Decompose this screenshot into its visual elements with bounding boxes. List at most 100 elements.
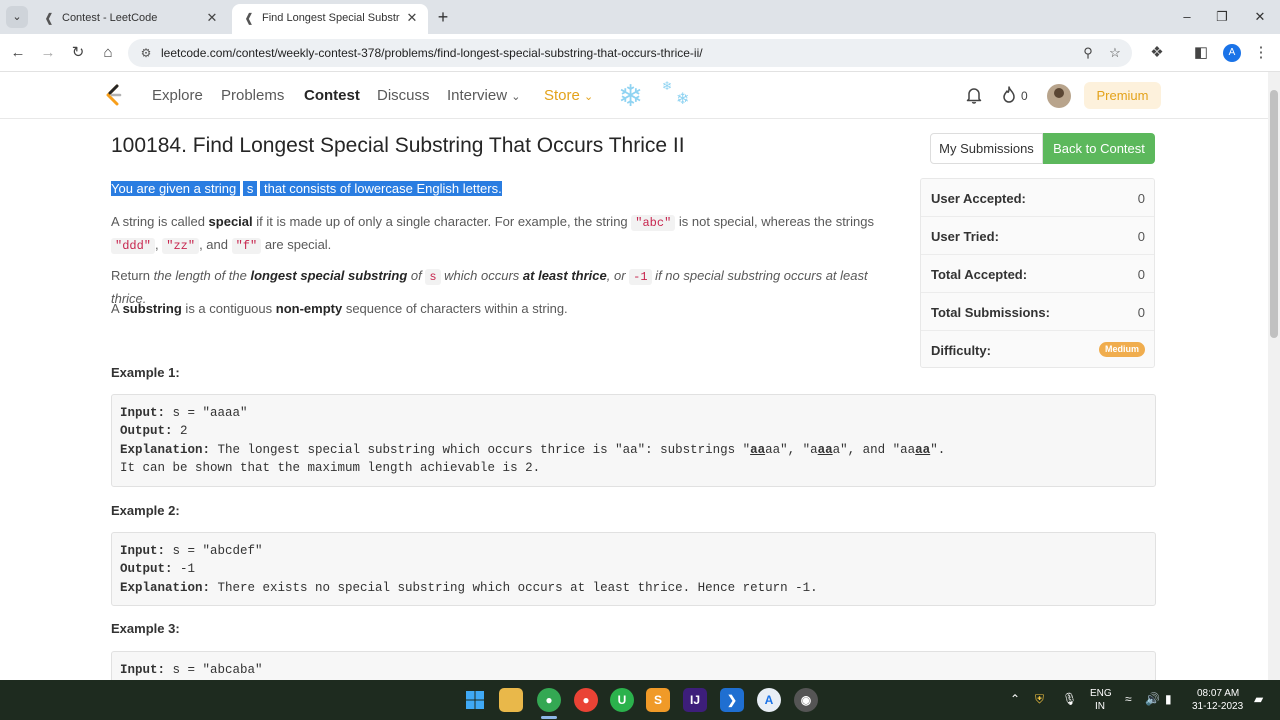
output-value: -1 xyxy=(172,562,196,577)
language-region[interactable]: IN xyxy=(1095,701,1105,712)
example-1-block: Input: s = "aaaa" Output: 2 Explanation:… xyxy=(111,394,1156,487)
italic-text: of xyxy=(407,268,426,283)
selected-text: You are given a string xyxy=(111,181,240,196)
tab-search-icon[interactable]: ⌄ xyxy=(6,6,28,28)
explanation-text: There exists no special substring which … xyxy=(210,580,818,595)
stat-user-accepted: User Accepted: 0 xyxy=(921,179,1154,217)
tab-contest[interactable]: ❰ Contest - LeetCode ✕ xyxy=(32,4,228,34)
page-scrollbar-thumb[interactable] xyxy=(1270,90,1278,338)
address-bar[interactable]: ⚙ leetcode.com/contest/weekly-contest-37… xyxy=(128,39,1132,67)
stat-total-accepted: Total Accepted: 0 xyxy=(921,255,1154,293)
explanation-label: Explanation: xyxy=(120,580,211,595)
back-to-contest-button[interactable]: Back to Contest xyxy=(1043,133,1155,164)
browser-menu-icon[interactable]: ⋮ xyxy=(1250,42,1272,64)
example-2-block: Input: s = "abcdef" Output: -1 Explanati… xyxy=(111,532,1156,606)
chrome-profile-icon[interactable]: ● xyxy=(537,688,561,712)
browser-tab-strip: ⌄ ❰ Contest - LeetCode ✕ ❰ Find Longest … xyxy=(0,0,1280,34)
site-info-icon[interactable]: ⚙ xyxy=(138,45,154,61)
input-value: s = "abcdef" xyxy=(165,544,263,558)
text: A string is called xyxy=(111,214,209,229)
intellij-icon[interactable]: IJ xyxy=(683,688,707,712)
user-avatar[interactable] xyxy=(1047,84,1071,108)
explanation-text: a", and "aa xyxy=(832,442,916,457)
active-app-indicator xyxy=(541,716,557,719)
tab-problem[interactable]: ❰ Find Longest Special Substring ✕ xyxy=(232,4,428,34)
bold-text: non-empty xyxy=(275,301,343,316)
close-tab-icon[interactable]: ✕ xyxy=(404,10,420,26)
inline-code: "zz" xyxy=(162,238,200,254)
clock-date[interactable]: 31-12-2023 xyxy=(1192,701,1243,712)
output-label: Output: xyxy=(120,424,173,439)
zoom-icon[interactable]: ⚲ xyxy=(1078,43,1098,63)
text: is a contiguous xyxy=(181,301,276,316)
nav-interview[interactable]: Interview ⌄ xyxy=(447,87,520,104)
maximize-button[interactable]: ❐ xyxy=(1210,6,1234,28)
example-1-label: Example 1: xyxy=(111,365,180,380)
sublime-text-icon[interactable]: S xyxy=(646,688,670,712)
premium-button[interactable]: Premium xyxy=(1084,82,1161,109)
text: is not special, whereas the strings xyxy=(675,214,874,229)
contest-stats-panel: User Accepted: 0 User Tried: 0 Total Acc… xyxy=(920,178,1155,368)
text: sequence of characters within a string. xyxy=(342,301,568,316)
bold-italic-text: longest special substring xyxy=(250,268,408,283)
file-explorer-icon[interactable] xyxy=(499,688,523,712)
my-submissions-button[interactable]: My Submissions xyxy=(930,133,1043,164)
close-window-button[interactable]: ✕ xyxy=(1248,6,1272,28)
input-label: Input: xyxy=(120,663,166,677)
tray-battery-icon[interactable]: ▮ xyxy=(1165,692,1172,706)
close-tab-icon[interactable]: ✕ xyxy=(204,10,220,26)
notification-bell-icon[interactable] xyxy=(965,86,983,104)
underlined-text: aa xyxy=(750,442,766,457)
stat-difficulty: Difficulty: Medium xyxy=(921,331,1154,369)
notifications-icon[interactable]: ▰ xyxy=(1254,692,1263,706)
new-tab-button[interactable]: + xyxy=(432,6,454,28)
stat-user-tried: User Tried: 0 xyxy=(921,217,1154,255)
clock-time[interactable]: 08:07 AM xyxy=(1197,688,1239,699)
tray-volume-icon[interactable]: 🔊 xyxy=(1145,692,1160,706)
streak-flame-icon[interactable] xyxy=(1001,86,1017,104)
extensions-icon[interactable]: ❖ xyxy=(1146,42,1168,64)
app-record-icon[interactable]: ◉ xyxy=(794,688,818,712)
nav-problems[interactable]: Problems xyxy=(221,87,284,104)
nav-discuss[interactable]: Discuss xyxy=(377,87,430,104)
text: , and xyxy=(199,237,232,252)
stat-label: Total Accepted: xyxy=(931,267,1028,282)
nav-store[interactable]: Store ⌄ xyxy=(544,87,593,104)
side-panel-icon[interactable]: ◧ xyxy=(1190,42,1212,64)
forward-arrow-icon[interactable]: → xyxy=(37,42,59,64)
tray-security-icon[interactable]: ⛨ xyxy=(1035,692,1044,707)
tray-wifi-icon[interactable]: ≈ xyxy=(1125,692,1132,706)
stat-label: Difficulty: xyxy=(931,343,991,358)
nav-contest[interactable]: Contest xyxy=(304,87,360,104)
chrome-icon[interactable]: ● xyxy=(574,688,598,712)
home-icon[interactable]: ⌂ xyxy=(97,42,119,64)
minimize-button[interactable]: – xyxy=(1175,6,1199,28)
stat-value: 0 xyxy=(1137,229,1145,244)
tray-chevron-up-icon[interactable]: ⌃ xyxy=(1010,692,1020,706)
start-windows-icon[interactable] xyxy=(463,688,487,712)
app-green-icon[interactable]: U xyxy=(610,688,634,712)
back-arrow-icon[interactable]: ← xyxy=(7,42,29,64)
output-value: 2 xyxy=(172,424,188,439)
app-a-icon[interactable]: A xyxy=(757,688,781,712)
explanation-text: ". xyxy=(930,442,946,457)
text: A xyxy=(111,301,123,316)
leetcode-logo-icon[interactable] xyxy=(104,84,124,106)
tray-mic-icon[interactable]: 🎙 xyxy=(1062,692,1077,706)
italic-text: which occurs xyxy=(440,268,523,283)
profile-avatar[interactable]: A xyxy=(1223,44,1241,62)
stat-label: User Tried: xyxy=(931,229,999,244)
explanation-text: It can be shown that the maximum length … xyxy=(120,460,541,475)
text: if it is made up of only a single charac… xyxy=(252,214,632,229)
stat-value: 0 xyxy=(1137,305,1145,320)
nav-explore[interactable]: Explore xyxy=(152,87,203,104)
chevron-down-icon: ⌄ xyxy=(584,91,594,103)
language-indicator[interactable]: ENG xyxy=(1090,688,1112,699)
inline-code: "ddd" xyxy=(111,238,156,254)
tab-title: Contest - LeetCode xyxy=(62,12,158,24)
vscode-icon[interactable]: ❯ xyxy=(720,688,744,712)
reload-icon[interactable]: ↻ xyxy=(67,42,89,64)
input-value: s = "abcaba" xyxy=(165,663,263,677)
inline-code: -1 xyxy=(629,269,652,285)
bookmark-star-icon[interactable]: ☆ xyxy=(1105,43,1125,63)
